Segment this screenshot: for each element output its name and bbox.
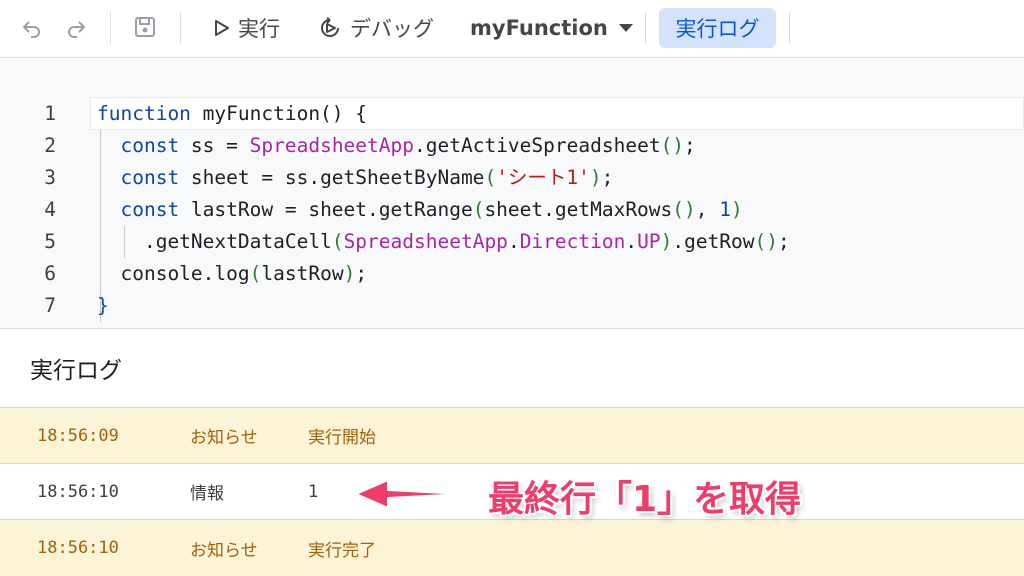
code-token: () (660, 134, 685, 157)
code-token: ) (589, 166, 602, 189)
code-token: . (625, 230, 638, 253)
code-token: lastRow (261, 262, 344, 285)
code-token: .getNextDataCell (97, 230, 332, 253)
code-line[interactable]: 1 function myFunction() { (0, 98, 1024, 130)
code-token: ( (249, 262, 262, 285)
code-text: const sheet = ss.getSheetByName('シート1'); (97, 162, 613, 194)
code-line[interactable]: 4 const lastRow = sheet.getRange(sheet.g… (0, 194, 1024, 226)
log-time: 18:56:10 (37, 538, 119, 558)
code-line[interactable]: 2 const ss = SpreadsheetApp.getActiveSpr… (0, 130, 1024, 162)
code-token: SpreadsheetApp (343, 230, 508, 253)
code-token: myFunction() { (190, 102, 368, 125)
code-token: ; (355, 262, 368, 285)
line-number: 5 (44, 230, 56, 253)
annotation-arrow-icon (355, 479, 465, 509)
function-select-value: myFunction (470, 16, 608, 40)
debug-button[interactable]: デバッグ (318, 10, 434, 46)
code-token: ) (660, 230, 673, 253)
code-token: const (120, 166, 180, 189)
code-token: ( (472, 198, 485, 221)
log-type: お知らせ (190, 428, 258, 448)
code-line[interactable]: 3 const sheet = ss.getSheetByName('シート1'… (0, 162, 1024, 194)
toolbar-divider (110, 12, 111, 44)
debug-icon (321, 17, 339, 37)
line-number: 4 (44, 198, 56, 221)
line-number: 1 (44, 102, 56, 125)
code-token: 'シート1' (496, 166, 590, 189)
code-token: console.log (97, 262, 250, 285)
code-token: Direction (519, 230, 626, 253)
code-line[interactable]: 6 console.log(lastRow); (0, 258, 1024, 290)
log-type: 情報 (190, 484, 224, 504)
code-token: ( (331, 230, 344, 253)
code-token: sheet = ss.getSheetByName (179, 166, 485, 189)
caret-down-icon (618, 24, 633, 32)
code-token: ; (778, 230, 790, 253)
code-text: function myFunction() { (97, 98, 367, 130)
log-time: 18:56:09 (37, 425, 119, 446)
run-button-label: 実行 (238, 17, 280, 41)
code-text: console.log(lastRow); (97, 258, 367, 290)
redo-icon[interactable] (62, 13, 90, 41)
code-text: } (97, 290, 109, 322)
code-token: const (120, 198, 180, 221)
log-row: 18:56:10 お知らせ 実行完了 (0, 519, 1024, 576)
annotation-text: 最終行「1」を取得 (488, 479, 802, 520)
code-text: .getNextDataCell(SpreadsheetApp.Directio… (97, 226, 790, 258)
line-number: 2 (44, 134, 56, 157)
execution-log-button[interactable]: 実行ログ (659, 8, 776, 48)
code-token: ( (484, 166, 497, 189)
toolbar: 実行 デバッグ myFunction 実行ログ (0, 0, 1024, 58)
log-message: 1 (308, 481, 319, 502)
play-icon (215, 20, 229, 36)
code-text: const ss = SpreadsheetApp.getActiveSprea… (97, 130, 696, 162)
log-row: 18:56:09 お知らせ 実行開始 (0, 407, 1024, 463)
toolbar-divider (789, 12, 790, 44)
code-token: ; (601, 166, 614, 189)
undo-icon[interactable] (18, 13, 46, 41)
code-token: } (97, 294, 109, 317)
code-editor[interactable]: 1 function myFunction() {2 const ss = Spr… (0, 59, 1024, 329)
code-token: .getRow (672, 230, 755, 253)
code-token: () (672, 198, 696, 221)
code-line[interactable]: 7} (0, 290, 1024, 322)
log-time: 18:56:10 (37, 481, 119, 502)
toolbar-divider (645, 12, 646, 44)
code-token: function (97, 102, 191, 125)
save-icon[interactable] (131, 13, 159, 41)
code-token: ) (731, 198, 743, 221)
code-text: const lastRow = sheet.getRange(sheet.get… (97, 194, 743, 226)
code-token: 1 (719, 198, 731, 221)
code-token: const (120, 134, 180, 157)
log-message: 実行開始 (308, 428, 376, 448)
log-type: お知らせ (190, 540, 258, 561)
code-line[interactable]: 5 .getNextDataCell(SpreadsheetApp.Direct… (0, 226, 1024, 258)
log-message: 実行完了 (308, 540, 376, 561)
toolbar-divider (180, 12, 181, 44)
code-token: sheet.getMaxRows (484, 198, 673, 221)
code-token: , (695, 198, 720, 221)
code-token: .getActiveSpreadsheet (414, 134, 661, 157)
code-token: ss = (179, 134, 250, 157)
function-select[interactable]: myFunction (470, 10, 634, 46)
code-token: SpreadsheetApp (249, 134, 415, 157)
execution-log-panel: 実行ログ 18:56:09 お知らせ 実行開始 18:56:10 情報 1 18… (0, 329, 1024, 576)
code-token: lastRow = sheet.getRange (179, 198, 473, 221)
run-button[interactable]: 実行 (214, 10, 280, 46)
code-token: () (754, 230, 779, 253)
log-panel-title: 実行ログ (30, 358, 122, 384)
debug-button-label: デバッグ (350, 17, 434, 41)
line-number: 7 (44, 294, 56, 317)
code-token: . (507, 230, 520, 253)
code-token: ) (343, 262, 356, 285)
code-token: UP (637, 230, 661, 253)
line-number: 6 (44, 262, 56, 285)
code-token: ; (684, 134, 696, 157)
line-number: 3 (44, 166, 56, 189)
